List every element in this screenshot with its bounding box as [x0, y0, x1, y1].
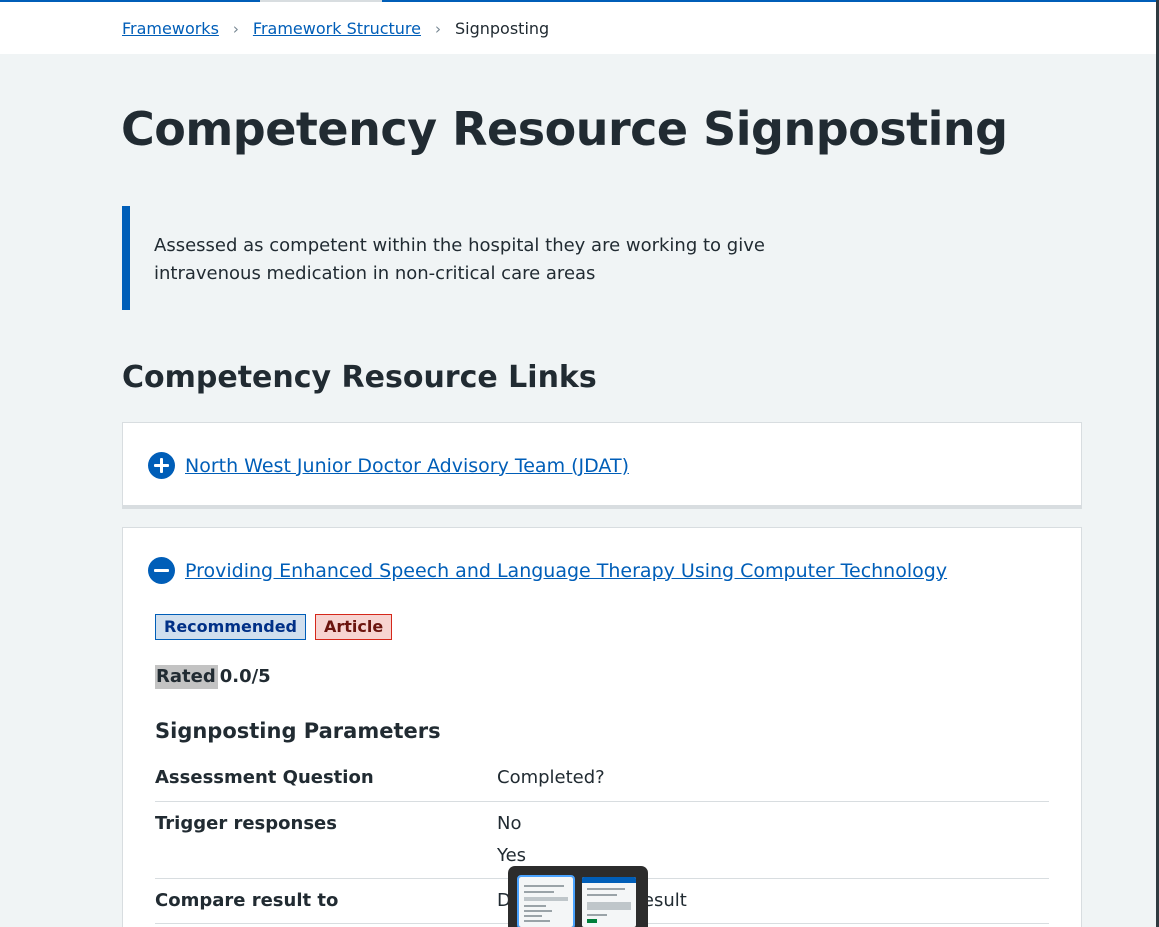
window-switcher-overlay [508, 866, 648, 927]
expander-toggle[interactable]: North West Junior Doctor Advisory Team (… [148, 452, 629, 479]
param-key: Compare result to [155, 890, 339, 911]
param-row-assessment-question: Assessment Question Completed? [155, 765, 1049, 802]
breadcrumb-link-frameworks[interactable]: Frameworks [122, 19, 219, 38]
breadcrumb-link-framework-structure[interactable]: Framework Structure [253, 19, 421, 38]
rating-value: 0.0/5 [219, 666, 271, 687]
param-value: Completed? [497, 762, 605, 794]
competency-description-inset: Assessed as competent within the hospita… [122, 206, 802, 310]
resource-link-speech-therapy[interactable]: Providing Enhanced Speech and Language T… [185, 560, 947, 582]
description-line-2: intravenous medication in non-critical c… [154, 263, 596, 284]
breadcrumb: Frameworks › Framework Structure › Signp… [122, 19, 549, 38]
resource-rating: Rated 0.0/5 [155, 665, 271, 689]
plus-circle-icon[interactable] [148, 452, 175, 479]
param-value-line: Completed? [497, 767, 605, 788]
window-thumbnail[interactable] [582, 877, 636, 927]
resource-tags: Recommended Article [155, 614, 393, 640]
breadcrumb-current: Signposting [455, 19, 550, 38]
minus-circle-icon[interactable] [148, 557, 175, 584]
signposting-parameters-heading: Signposting Parameters [155, 719, 441, 743]
chevron-right-icon: › [232, 19, 239, 38]
resource-expander-collapsed: North West Junior Doctor Advisory Team (… [122, 422, 1082, 509]
page-title: Competency Resource Signposting [121, 102, 1008, 156]
rating-label: Rated [155, 665, 218, 689]
resource-links-heading: Competency Resource Links [122, 360, 597, 395]
param-value-fragment: esult [642, 890, 687, 911]
param-value: No Yes [497, 808, 526, 872]
description-line-1: Assessed as competent within the hospita… [154, 235, 765, 256]
breadcrumb-bar: Frameworks › Framework Structure › Signp… [0, 2, 1156, 54]
param-key: Assessment Question [155, 767, 374, 788]
param-value-line: No [497, 813, 522, 834]
article-tag: Article [315, 614, 393, 640]
param-key: Trigger responses [155, 813, 337, 834]
chevron-right-icon: › [435, 19, 441, 38]
expander-toggle[interactable]: Providing Enhanced Speech and Language T… [148, 557, 947, 584]
recommended-tag: Recommended [155, 614, 306, 640]
resource-link-jdat[interactable]: North West Junior Doctor Advisory Team (… [185, 455, 629, 477]
window-thumbnail-active[interactable] [517, 875, 575, 927]
